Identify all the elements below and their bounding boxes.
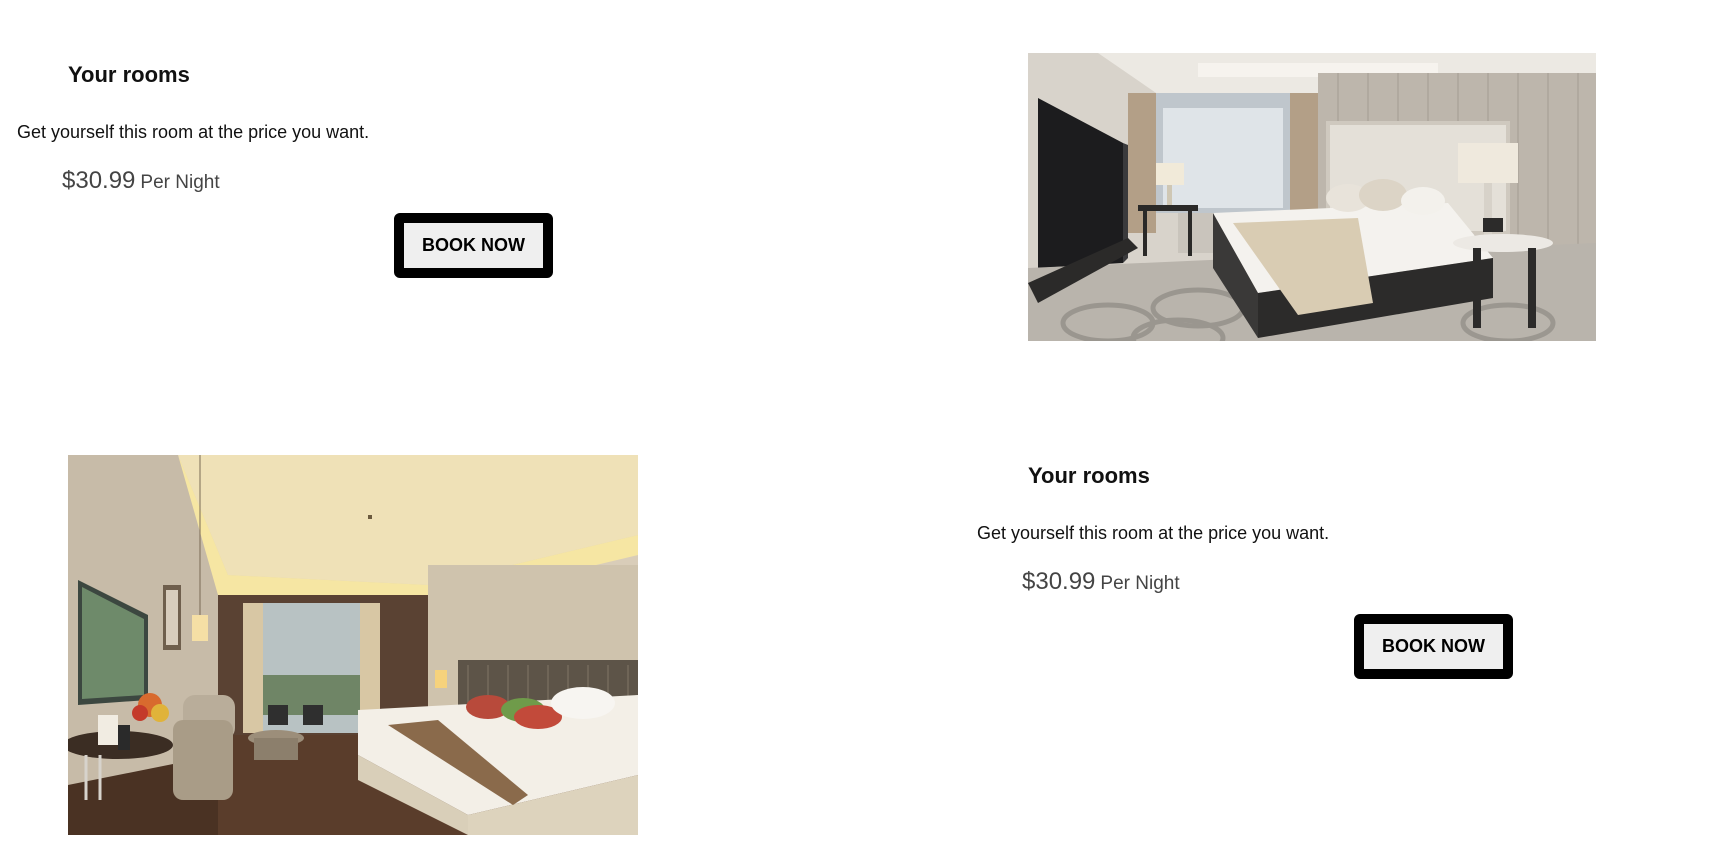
room-price: $30.99 Per Night (1022, 568, 1180, 596)
rooms-page: Your rooms Get yourself this room at the… (0, 0, 1732, 866)
room-title: Your rooms (68, 62, 190, 87)
price-unit: Per Night (1100, 573, 1180, 594)
room-description: Get yourself this room at the price you … (977, 523, 1330, 543)
room-title: Your rooms (1028, 463, 1150, 488)
room-description: Get yourself this room at the price you … (17, 122, 370, 142)
price-unit: Per Night (140, 172, 220, 193)
price-amount: $30.99 (1022, 568, 1096, 595)
room-price: $30.99 Per Night (62, 167, 220, 195)
price-amount: $30.99 (62, 167, 136, 194)
room-photo-warm-bedroom (68, 455, 638, 835)
room-photo-grey-bedroom (1028, 53, 1596, 341)
book-now-button[interactable]: BOOK NOW (394, 213, 553, 278)
book-now-button[interactable]: BOOK NOW (1354, 614, 1513, 679)
